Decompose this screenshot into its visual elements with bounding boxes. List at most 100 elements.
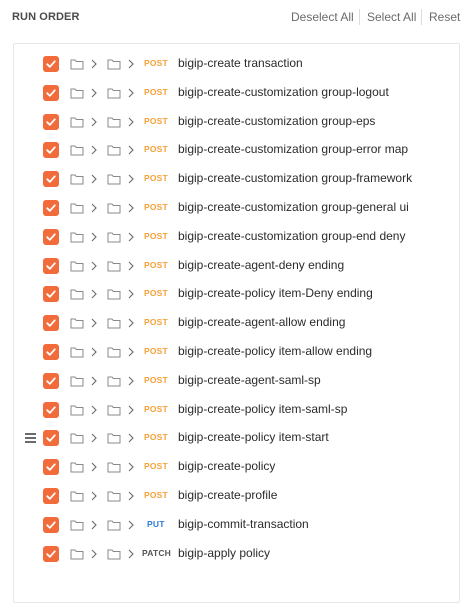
chevron-right-icon [91, 88, 97, 98]
request-checkbox[interactable] [43, 516, 59, 533]
request-row[interactable]: POST bigip-create-customization group-er… [0, 136, 462, 165]
folder-icon [107, 376, 121, 387]
request-row[interactable]: POST bigip-create-customization group-ep… [0, 108, 462, 137]
folder-icon [107, 145, 121, 156]
chevron-right-icon [91, 318, 97, 328]
folder-icon [107, 462, 121, 473]
request-row[interactable]: POST bigip-create-agent-saml-sp [0, 367, 462, 396]
chevron-right-icon [128, 289, 134, 299]
request-row[interactable]: PATCH bigip-apply policy [0, 540, 462, 569]
folder-icon [107, 549, 121, 560]
request-checkbox[interactable] [43, 430, 59, 447]
request-name: bigip-commit-transaction [178, 516, 309, 531]
checkmark-icon [46, 492, 56, 500]
folder-icon [107, 289, 121, 300]
chevron-right-icon [128, 88, 134, 98]
chevron-right-icon [91, 491, 97, 501]
request-checkbox[interactable] [43, 545, 59, 562]
chevron-right-icon [128, 117, 134, 126]
checkmark-icon [46, 146, 56, 155]
folder-icon [107, 405, 121, 416]
chevron-right-icon [128, 462, 134, 472]
request-row[interactable]: PUT bigip-commit-transaction [0, 511, 462, 540]
http-method-badge: POST [144, 259, 168, 270]
request-checkbox[interactable] [43, 343, 59, 360]
request-checkbox[interactable] [43, 487, 59, 504]
request-checkbox[interactable] [43, 199, 59, 216]
folder-icon [70, 318, 84, 329]
drag-handle-icon[interactable] [25, 433, 36, 443]
request-name: bigip-create-policy item-saml-sp [178, 401, 348, 416]
folder-icon [107, 318, 121, 329]
chevron-right-icon [91, 376, 97, 386]
folder-icon [70, 289, 84, 300]
request-checkbox[interactable] [43, 315, 59, 332]
folder-icon [107, 261, 121, 272]
folder-icon [70, 232, 84, 243]
chevron-right-icon [128, 549, 134, 558]
reset-button[interactable]: Reset [429, 10, 460, 24]
request-row[interactable]: POST bigip-create-policy item-saml-sp [0, 396, 462, 425]
request-name: bigip-create-agent-saml-sp [178, 372, 321, 387]
folder-icon [107, 232, 121, 243]
request-name: bigip-create-policy item-start [178, 430, 329, 445]
http-method-badge: PATCH [142, 547, 172, 558]
request-row[interactable]: POST bigip-create-policy [0, 453, 462, 482]
chevron-right-icon [128, 261, 134, 270]
request-checkbox[interactable] [43, 113, 59, 130]
http-method-badge: POST [144, 489, 168, 500]
request-row[interactable]: POST bigip-create-customization group-ge… [0, 194, 462, 223]
request-checkbox[interactable] [43, 84, 59, 101]
folder-icon [107, 347, 121, 358]
checkmark-icon [46, 377, 56, 385]
request-name: bigip-create-customization group-framewo… [178, 171, 413, 186]
request-row[interactable]: POST bigip-create-customization group-fr… [0, 165, 462, 194]
request-name: bigip-create transaction [178, 56, 303, 70]
request-checkbox[interactable] [43, 286, 59, 303]
folder-icon [107, 117, 121, 128]
folder-icon [107, 174, 121, 185]
request-checkbox[interactable] [43, 401, 59, 418]
run-order-header: RUN ORDER Deselect All Select All Reset [0, 0, 462, 36]
http-method-badge: POST [144, 173, 168, 184]
http-method-badge: POST [144, 461, 168, 472]
request-row[interactable]: POST bigip-create-customization group-en… [0, 223, 462, 252]
select-all-button[interactable]: Select All [367, 10, 416, 24]
chevron-right-icon [91, 174, 97, 184]
request-name: bigip-create-agent-deny ending [178, 257, 345, 272]
request-row[interactable]: POST bigip-create-agent-allow ending [0, 309, 462, 338]
request-row[interactable]: POST bigip-create-policy item-Deny endin… [0, 280, 462, 309]
chevron-right-icon [91, 59, 97, 69]
request-checkbox[interactable] [43, 56, 59, 72]
request-checkbox[interactable] [43, 171, 59, 188]
request-name: bigip-create-customization group-eps [178, 113, 376, 128]
checkmark-icon [46, 204, 56, 212]
chevron-right-icon [128, 146, 134, 155]
folder-icon [70, 462, 84, 473]
checkmark-icon [46, 89, 56, 97]
http-method-badge: POST [144, 317, 168, 328]
request-checkbox[interactable] [43, 257, 59, 274]
request-checkbox[interactable] [43, 459, 59, 476]
request-name: bigip-create-agent-allow ending [178, 315, 346, 330]
request-checkbox[interactable] [43, 142, 59, 159]
request-row[interactable]: POST bigip-create-policy item-start [0, 424, 462, 453]
http-method-badge: POST [144, 115, 168, 126]
deselect-all-button[interactable]: Deselect All [291, 10, 354, 24]
chevron-right-icon [91, 462, 97, 472]
folder-icon [70, 491, 84, 502]
folder-icon [70, 433, 84, 444]
request-list: POST bigip-create transaction POST bigip… [0, 50, 462, 568]
request-row[interactable]: POST bigip-create transaction [0, 50, 462, 79]
request-row[interactable]: POST bigip-create-policy item-allow endi… [0, 338, 462, 367]
http-method-badge: POST [144, 288, 168, 299]
folder-icon [70, 145, 84, 156]
folder-icon [107, 88, 121, 99]
chevron-right-icon [91, 549, 97, 558]
request-row[interactable]: POST bigip-create-profile [0, 482, 462, 511]
http-method-badge: POST [144, 201, 168, 212]
request-row[interactable]: POST bigip-create-agent-deny ending [0, 252, 462, 281]
request-checkbox[interactable] [43, 372, 59, 389]
request-row[interactable]: POST bigip-create-customization group-lo… [0, 79, 462, 108]
request-checkbox[interactable] [43, 228, 59, 245]
